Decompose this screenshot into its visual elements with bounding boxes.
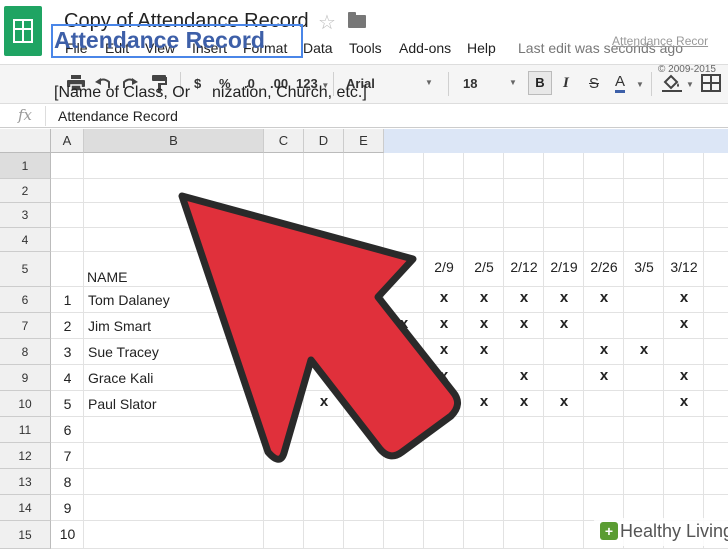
red-arrow-pointer xyxy=(178,192,461,463)
watermark-logo-icon: + xyxy=(600,522,618,540)
watermark-text: Healthy Living xyxy=(620,521,728,541)
